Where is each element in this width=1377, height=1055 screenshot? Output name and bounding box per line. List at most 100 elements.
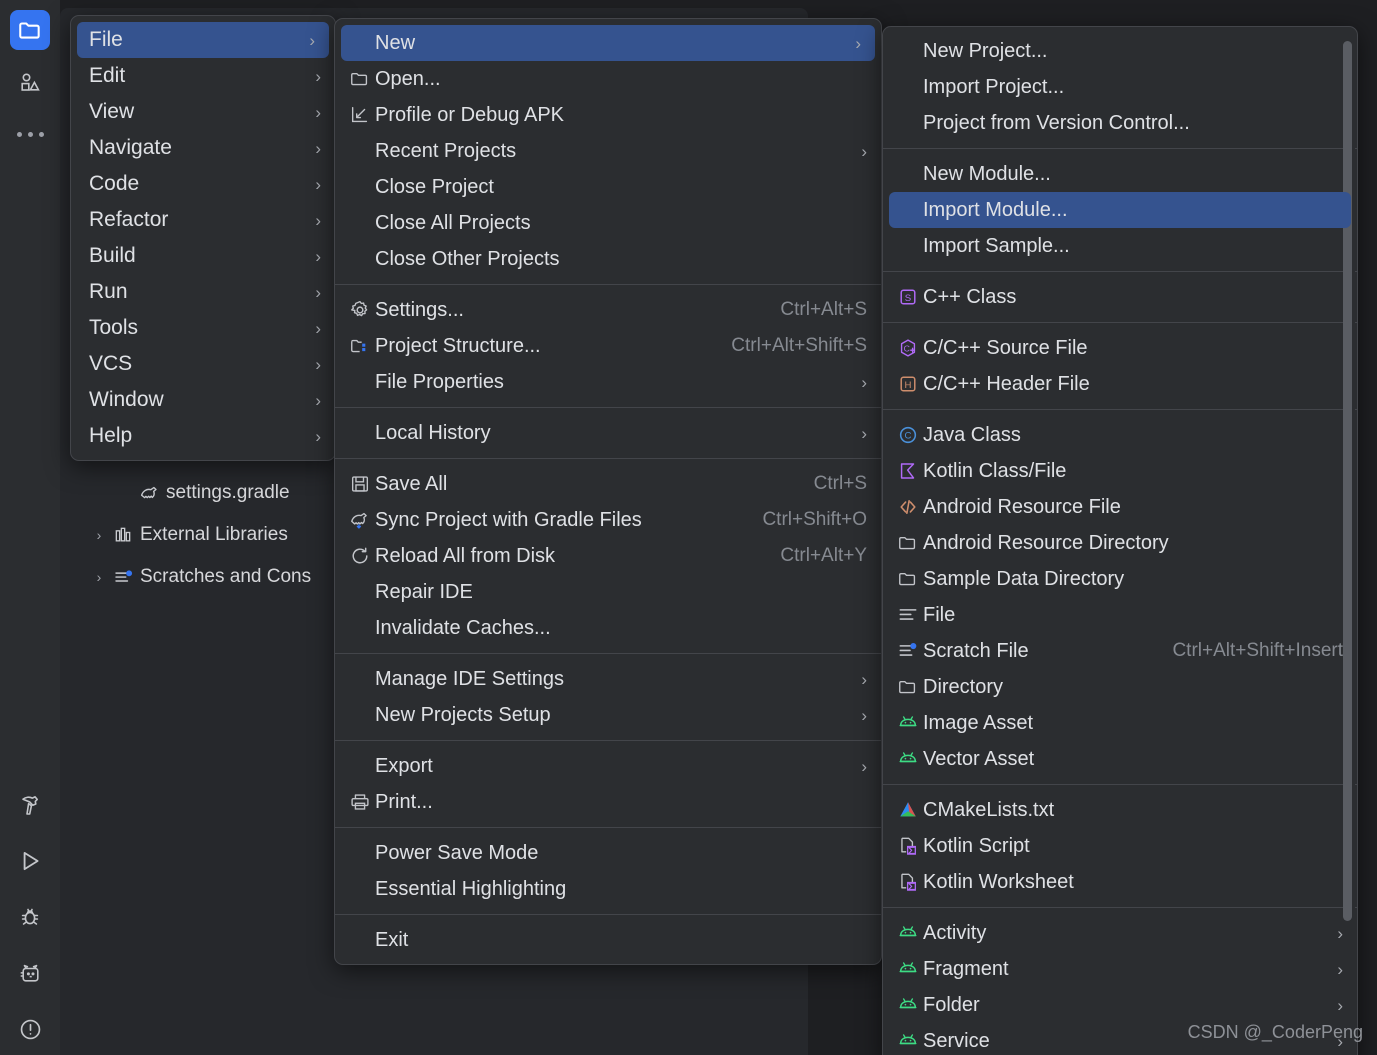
new-menu-item-c-c-plus-plus-header-file[interactable]: H C/C++ Header File xyxy=(883,366,1357,402)
menu-item-label: Invalidate Caches... xyxy=(375,616,551,639)
file-menu-item-essential-highlighting[interactable]: Essential Highlighting xyxy=(335,871,881,907)
new-menu-item-c-plus-plus-class[interactable]: S C++ Class xyxy=(883,279,1357,315)
ellipsis-icon xyxy=(16,131,22,137)
menu-item-build[interactable]: Build › xyxy=(71,238,335,274)
chevron-right-icon: › xyxy=(315,66,321,86)
menu-item-label: Print... xyxy=(375,790,433,813)
file-menu-item-sync-project-with-gradle-files[interactable]: Sync Project with Gradle Files Ctrl+Shift… xyxy=(335,502,881,538)
project-structure-icon xyxy=(345,335,375,357)
file-menu-item-save-all[interactable]: Save All Ctrl+S xyxy=(335,466,881,502)
sidebar-item-project[interactable] xyxy=(10,10,50,50)
new-menu-item-android-resource-directory[interactable]: Android Resource Directory xyxy=(883,525,1357,561)
menu-item-file[interactable]: File › xyxy=(77,22,329,58)
menu-item-shortcut: Ctrl+Alt+S xyxy=(780,299,867,320)
new-menu-item-file[interactable]: File xyxy=(883,597,1357,633)
sidebar-item-resource-manager[interactable] xyxy=(10,62,50,102)
menu-item-shortcut: Ctrl+Shift+O xyxy=(762,509,867,530)
file-menu-item-manage-ide-settings[interactable]: Manage IDE Settings › xyxy=(335,661,881,697)
kotlin-script-icon xyxy=(893,871,923,893)
file-menu-item-print[interactable]: Print... xyxy=(335,784,881,820)
sidebar-item-debug[interactable] xyxy=(10,897,50,937)
new-menu-item-scratch-file[interactable]: Scratch File Ctrl+Alt+Shift+Insert xyxy=(883,633,1357,669)
menu-item-label: Vector Asset xyxy=(923,747,1035,770)
chevron-right-icon: › xyxy=(315,210,321,230)
new-menu-item-java-class[interactable]: C Java Class xyxy=(883,417,1357,453)
print-icon xyxy=(345,791,375,813)
new-menu-item-new-project[interactable]: New Project... xyxy=(883,33,1357,69)
menu-item-edit[interactable]: Edit › xyxy=(71,58,335,94)
tree-item-scratches-and-consoles[interactable]: › Scratches and Cons xyxy=(70,556,360,598)
tree-item-external-libraries[interactable]: › External Libraries xyxy=(70,514,360,556)
left-tool-rail xyxy=(0,0,60,1055)
cpp-class-icon: S xyxy=(893,286,923,308)
new-menu-item-c-c-plus-plus-source-file[interactable]: C C/C++ Source File xyxy=(883,330,1357,366)
new-menu-item-directory[interactable]: Directory xyxy=(883,669,1357,705)
menu-item-refactor[interactable]: Refactor › xyxy=(71,202,335,238)
new-menu-item-kotlin-script[interactable]: Kotlin Script xyxy=(883,828,1357,864)
new-menu-item-folder[interactable]: Folder › xyxy=(883,987,1357,1023)
new-menu-item-import-module[interactable]: Import Module... xyxy=(889,192,1351,228)
menu-separator xyxy=(335,914,881,915)
file-menu-item-close-project[interactable]: Close Project xyxy=(335,169,881,205)
new-menu-item-kotlin-worksheet[interactable]: Kotlin Worksheet xyxy=(883,864,1357,900)
gradle-icon xyxy=(136,483,162,504)
file-menu-item-settings[interactable]: Settings... Ctrl+Alt+S xyxy=(335,292,881,328)
file-menu-item-project-structure[interactable]: Project Structure... Ctrl+Alt+Shift+S xyxy=(335,328,881,364)
reload-icon xyxy=(345,545,375,567)
file-menu-item-file-properties[interactable]: File Properties › xyxy=(335,364,881,400)
new-menu-item-import-project[interactable]: Import Project... xyxy=(883,69,1357,105)
chevron-right-icon: › xyxy=(315,174,321,194)
chevron-right-icon: › xyxy=(861,669,867,689)
new-menu-item-android-resource-file[interactable]: Android Resource File xyxy=(883,489,1357,525)
file-menu-item-power-save-mode[interactable]: Power Save Mode xyxy=(335,835,881,871)
new-menu-item-kotlin-class-file[interactable]: Kotlin Class/File xyxy=(883,453,1357,489)
file-menu-item-profile-or-debug-apk[interactable]: Profile or Debug APK xyxy=(335,97,881,133)
file-menu-item-repair-ide[interactable]: Repair IDE xyxy=(335,574,881,610)
file-menu-item-close-all-projects[interactable]: Close All Projects xyxy=(335,205,881,241)
android-icon xyxy=(893,994,923,1016)
sidebar-item-more[interactable] xyxy=(16,114,44,154)
menu-item-view[interactable]: View › xyxy=(71,94,335,130)
new-menu-item-sample-data-directory[interactable]: Sample Data Directory xyxy=(883,561,1357,597)
chevron-right-icon: › xyxy=(315,318,321,338)
new-menu-item-import-sample[interactable]: Import Sample... xyxy=(883,228,1357,264)
tree-item-settings-gradle[interactable]: settings.gradle xyxy=(70,472,360,514)
new-menu-item-project-from-version-control[interactable]: Project from Version Control... xyxy=(883,105,1357,141)
new-menu-item-service[interactable]: Service › xyxy=(883,1023,1357,1055)
new-submenu-popup: New Project... Import Project... Project f… xyxy=(882,26,1358,1055)
new-menu-item-new-module[interactable]: New Module... xyxy=(883,156,1357,192)
menu-item-window[interactable]: Window › xyxy=(71,382,335,418)
sidebar-item-logcat[interactable] xyxy=(10,953,50,993)
file-menu-item-close-other-projects[interactable]: Close Other Projects xyxy=(335,241,881,277)
menu-item-vcs[interactable]: VCS › xyxy=(71,346,335,382)
menu-item-label: Build xyxy=(89,244,136,267)
chevron-right-icon[interactable]: › xyxy=(88,527,110,543)
file-menu-item-open[interactable]: Open... xyxy=(335,61,881,97)
sidebar-item-build[interactable] xyxy=(10,785,50,825)
xml-icon xyxy=(893,496,923,518)
new-menu-item-activity[interactable]: Activity › xyxy=(883,915,1357,951)
sidebar-item-run[interactable] xyxy=(10,841,50,881)
menu-item-tools[interactable]: Tools › xyxy=(71,310,335,346)
file-menu-item-export[interactable]: Export › xyxy=(335,748,881,784)
new-menu-item-vector-asset[interactable]: Vector Asset xyxy=(883,741,1357,777)
menu-item-code[interactable]: Code › xyxy=(71,166,335,202)
sidebar-item-problems[interactable] xyxy=(10,1009,50,1049)
chevron-right-icon[interactable]: › xyxy=(88,569,110,585)
file-menu-item-recent-projects[interactable]: Recent Projects › xyxy=(335,133,881,169)
menu-item-run[interactable]: Run › xyxy=(71,274,335,310)
file-menu-item-new[interactable]: New › xyxy=(341,25,875,61)
menu-item-shortcut: Ctrl+S xyxy=(813,473,867,494)
menu-item-label: C++ Class xyxy=(923,285,1017,308)
menu-item-help[interactable]: Help › xyxy=(71,418,335,454)
new-menu-item-cmakelists-txt[interactable]: CMakeLists.txt xyxy=(883,792,1357,828)
file-menu-item-reload-all-from-disk[interactable]: Reload All from Disk Ctrl+Alt+Y xyxy=(335,538,881,574)
new-menu-item-image-asset[interactable]: Image Asset xyxy=(883,705,1357,741)
file-menu-item-new-projects-setup[interactable]: New Projects Setup › xyxy=(335,697,881,733)
new-menu-item-fragment[interactable]: Fragment › xyxy=(883,951,1357,987)
file-menu-item-exit[interactable]: Exit xyxy=(335,922,881,958)
file-menu-item-local-history[interactable]: Local History › xyxy=(335,415,881,451)
menu-item-label: Code xyxy=(89,172,140,195)
menu-item-navigate[interactable]: Navigate › xyxy=(71,130,335,166)
file-menu-item-invalidate-caches[interactable]: Invalidate Caches... xyxy=(335,610,881,646)
